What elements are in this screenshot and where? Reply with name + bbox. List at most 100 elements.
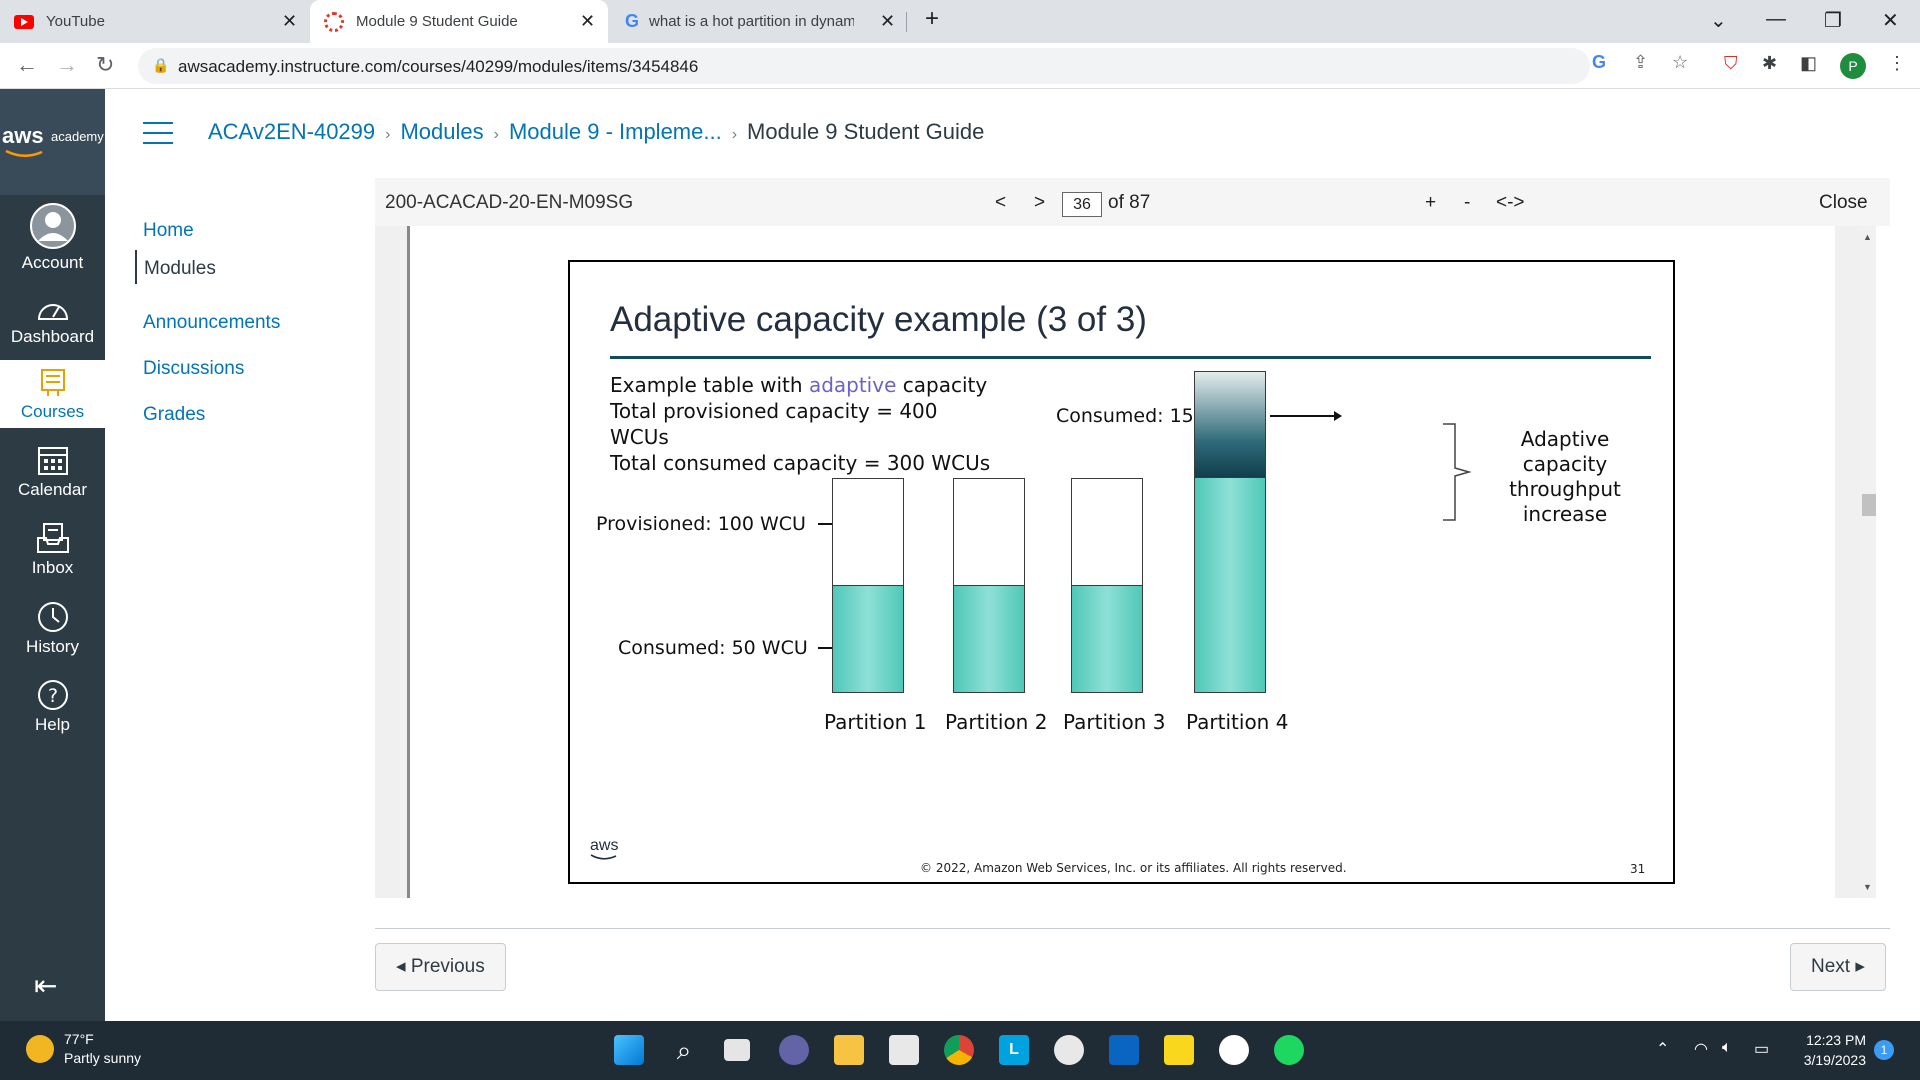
battery-icon[interactable]: ▭ bbox=[1754, 1039, 1769, 1059]
breadcrumb-module-9[interactable]: Module 9 - Impleme... bbox=[509, 119, 722, 144]
collapse-nav-icon[interactable]: ⇤ bbox=[34, 969, 57, 1002]
bookmark-star-icon[interactable]: ☆ bbox=[1672, 52, 1688, 73]
fit-width-button[interactable]: <-> bbox=[1496, 192, 1525, 214]
note-line: capacity bbox=[1522, 452, 1608, 476]
tab-separator bbox=[906, 12, 907, 32]
lock-icon: 🔒 bbox=[152, 57, 170, 73]
note-line: throughput bbox=[1509, 477, 1621, 501]
partition-bar bbox=[832, 478, 904, 693]
course-nav-home[interactable]: Home bbox=[143, 220, 194, 242]
nav-dashboard[interactable]: Dashboard bbox=[0, 297, 105, 347]
nav-courses[interactable]: Courses bbox=[0, 360, 105, 428]
notification-badge[interactable]: 1 bbox=[1874, 1040, 1894, 1060]
reload-icon[interactable]: ↻ bbox=[96, 52, 114, 78]
nav-account[interactable]: Account bbox=[0, 203, 105, 273]
address-bar[interactable]: 🔒 awsacademy.instructure.com/courses/402… bbox=[138, 48, 1590, 84]
url-text[interactable]: awsacademy.instructure.com/courses/40299… bbox=[178, 57, 698, 77]
steam-icon[interactable] bbox=[1219, 1035, 1249, 1065]
system-clock[interactable]: 12:23 PM 3/19/2023 bbox=[1790, 1030, 1866, 1070]
course-nav-announcements[interactable]: Announcements bbox=[143, 312, 280, 334]
restore-icon[interactable]: ❐ bbox=[1824, 8, 1842, 33]
zoom-out-button[interactable]: - bbox=[1464, 192, 1470, 214]
course-nav-grades[interactable]: Grades bbox=[143, 404, 205, 426]
file-explorer-icon[interactable] bbox=[834, 1035, 864, 1065]
zoom-in-button[interactable]: + bbox=[1425, 192, 1436, 214]
help-icon: ? bbox=[37, 680, 68, 710]
volume-icon[interactable]: 🔈︎ bbox=[1722, 1039, 1732, 1057]
breadcrumb-current: Module 9 Student Guide bbox=[747, 119, 985, 144]
tab-google-search[interactable]: G what is a hot partition in dynamo ✕ bbox=[612, 0, 902, 43]
microsoft-store-icon[interactable] bbox=[889, 1035, 919, 1065]
nav-history[interactable]: History bbox=[0, 601, 105, 657]
close-icon[interactable]: ✕ bbox=[282, 11, 297, 32]
scroll-up-icon[interactable]: ▲ bbox=[1863, 232, 1872, 242]
side-panel-icon[interactable]: ◧ bbox=[1800, 53, 1817, 74]
extension-shield-icon[interactable]: ⛉ bbox=[1724, 53, 1738, 74]
canvas-logo-icon bbox=[324, 11, 344, 32]
nav-help[interactable]: ? Help bbox=[0, 679, 105, 735]
minimize-icon[interactable]: — bbox=[1766, 8, 1786, 31]
course-nav-modules[interactable]: Modules bbox=[135, 250, 216, 284]
note-line: Adaptive bbox=[1520, 427, 1610, 451]
scroll-down-icon[interactable]: ▼ bbox=[1863, 882, 1872, 892]
search-icon[interactable]: ⌕ bbox=[669, 1035, 699, 1065]
new-tab-button[interactable]: + bbox=[925, 5, 939, 33]
more-menu-icon[interactable]: ⋮ bbox=[1888, 53, 1906, 74]
tab-youtube[interactable]: YouTube ✕ bbox=[14, 0, 304, 43]
course-nav-discussions[interactable]: Discussions bbox=[143, 358, 244, 380]
close-icon[interactable]: ✕ bbox=[880, 11, 895, 32]
mail-icon[interactable] bbox=[1109, 1035, 1139, 1065]
document-viewer-toolbar: 200-ACACAD-20-EN-M09SG < > 36 of 87 + - … bbox=[375, 178, 1890, 226]
windows-start-icon[interactable] bbox=[614, 1035, 644, 1065]
nav-calendar[interactable]: Calendar bbox=[0, 444, 105, 500]
aws-academy-logo[interactable]: aws academy bbox=[0, 89, 105, 195]
tab-module-guide[interactable]: Module 9 Student Guide ✕ bbox=[310, 0, 608, 43]
page-count: of 87 bbox=[1108, 192, 1151, 213]
forward-icon[interactable]: → bbox=[56, 52, 78, 78]
logo-aws: aws bbox=[2, 123, 44, 148]
close-viewer-button[interactable]: Close bbox=[1819, 192, 1868, 214]
extensions-puzzle-icon[interactable]: ✱ bbox=[1762, 53, 1777, 74]
consumed-fill bbox=[833, 584, 903, 692]
breadcrumb-modules[interactable]: Modules bbox=[400, 119, 483, 144]
scrollbar-thumb[interactable] bbox=[1862, 494, 1876, 516]
app-l-icon[interactable]: L bbox=[999, 1035, 1029, 1065]
brace-icon bbox=[1443, 423, 1472, 521]
chevron-down-icon[interactable]: ⌄ bbox=[1710, 8, 1727, 33]
google-lens-icon[interactable]: G bbox=[1592, 52, 1606, 73]
profile-avatar[interactable]: P bbox=[1840, 53, 1866, 79]
hamburger-menu-icon[interactable] bbox=[143, 122, 173, 152]
partly-sunny-icon bbox=[26, 1035, 54, 1063]
sticky-notes-icon[interactable] bbox=[1164, 1035, 1194, 1065]
partition-label: Partition 1 bbox=[824, 710, 927, 734]
wifi-icon[interactable]: ◠ bbox=[1694, 1039, 1708, 1059]
browser-tabbar: YouTube ✕ Module 9 Student Guide ✕ G wha… bbox=[0, 0, 1920, 43]
clock-app-icon[interactable] bbox=[1054, 1035, 1084, 1065]
consumed-p4-arrow bbox=[1270, 411, 1342, 421]
page-number-input[interactable]: 36 bbox=[1062, 192, 1102, 217]
nav-inbox[interactable]: Inbox bbox=[0, 522, 105, 578]
chrome-icon[interactable] bbox=[944, 1035, 974, 1065]
spotify-icon[interactable] bbox=[1274, 1035, 1304, 1065]
close-icon[interactable]: ✕ bbox=[580, 11, 595, 32]
back-icon[interactable]: ← bbox=[16, 52, 38, 78]
consumed-label: Consumed: 50 WCU bbox=[618, 637, 808, 659]
breadcrumb-course[interactable]: ACAv2EN-40299 bbox=[208, 119, 375, 144]
previous-button[interactable]: ◂ Previous bbox=[375, 943, 506, 991]
viewer-scrollbar[interactable]: ▲ ▼ bbox=[1860, 226, 1876, 898]
task-view-icon[interactable] bbox=[724, 1039, 750, 1061]
window-close-icon[interactable]: ✕ bbox=[1882, 8, 1899, 33]
teams-chat-icon[interactable] bbox=[779, 1035, 809, 1065]
chevron-right-icon: › bbox=[385, 126, 391, 143]
share-icon[interactable]: ⇪ bbox=[1633, 52, 1648, 73]
tab-title: what is a hot partition in dynamo bbox=[649, 13, 855, 30]
next-page-button[interactable]: > bbox=[1034, 192, 1045, 214]
weather-desc: Partly sunny bbox=[64, 1050, 142, 1066]
tray-chevron-up-icon[interactable]: ⌃ bbox=[1656, 1039, 1669, 1059]
partition-label: Partition 4 bbox=[1186, 710, 1289, 734]
previous-page-button[interactable]: < bbox=[995, 192, 1006, 214]
courses-icon bbox=[40, 369, 65, 396]
slide-aws-logo: aws bbox=[590, 837, 619, 854]
next-button[interactable]: Next ▸ bbox=[1790, 943, 1886, 991]
partition-bar bbox=[953, 478, 1025, 693]
